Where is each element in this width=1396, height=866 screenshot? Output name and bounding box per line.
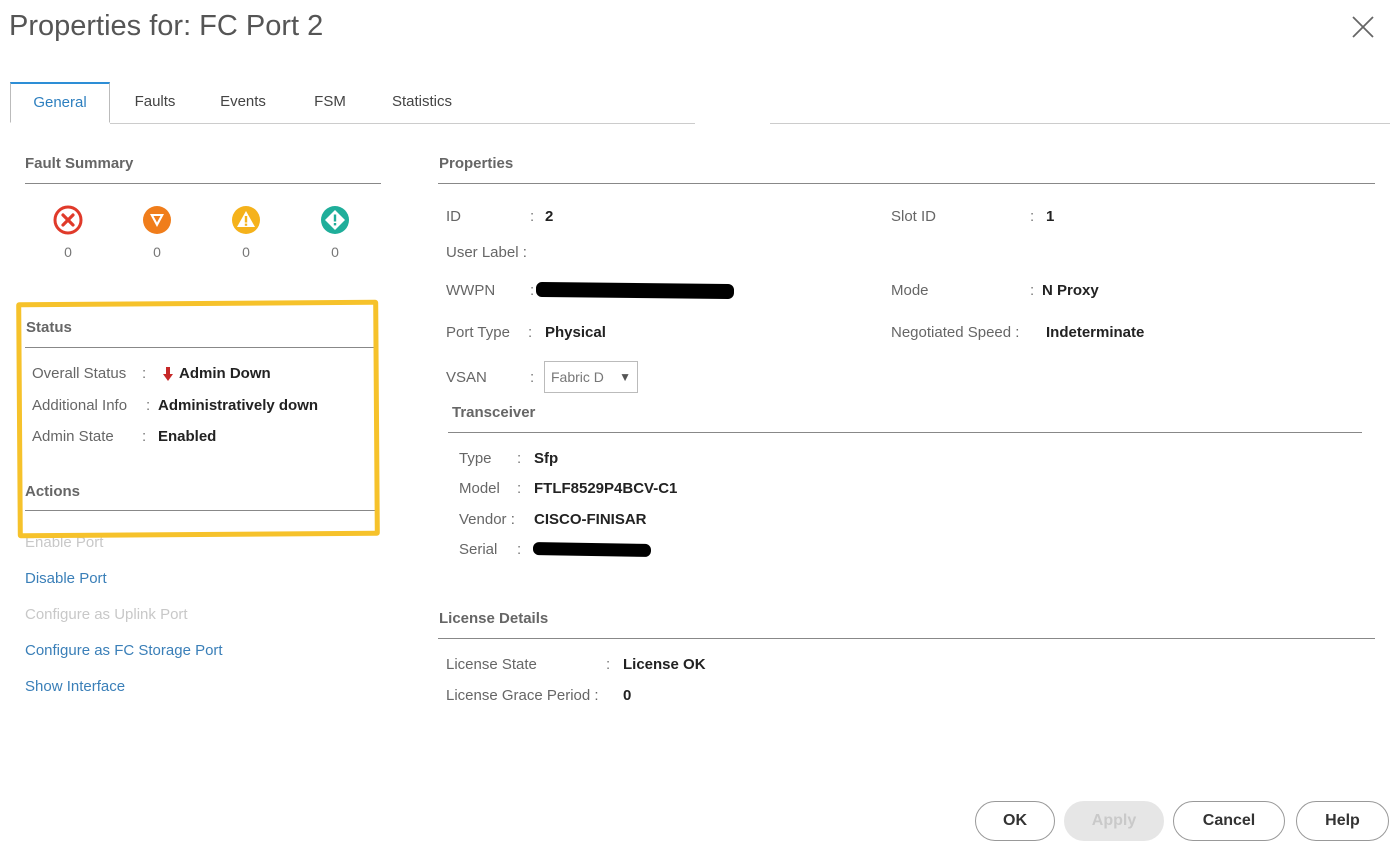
slot-id-value: 1 (1046, 208, 1055, 225)
mode-label: Mode (891, 282, 929, 299)
license-title: License Details (439, 610, 549, 627)
warning-count: 0 (331, 244, 339, 260)
port-type-value: Physical (545, 324, 606, 341)
warning-icon[interactable] (320, 205, 350, 235)
apply-button: Apply (1064, 801, 1164, 841)
negotiated-speed-label: Negotiated Speed : (891, 324, 1020, 341)
properties-dialog: Properties for: FC Port 2 General Faults… (0, 0, 1396, 866)
tab-statistics[interactable]: Statistics (382, 82, 462, 124)
tab-faults[interactable]: Faults (120, 82, 190, 124)
dialog-title: Properties for: FC Port 2 (9, 10, 324, 42)
tab-general[interactable]: General (10, 82, 110, 123)
wwpn-label: WWPN (446, 282, 496, 299)
mode-value: N Proxy (1042, 282, 1099, 299)
license-state-value: License OK (623, 656, 706, 673)
disable-port-link[interactable]: Disable Port (25, 570, 107, 587)
tab-events[interactable]: Events (208, 82, 278, 124)
separator: : (1030, 208, 1035, 225)
transceiver-type-label: Type (459, 450, 492, 467)
tab-underline (770, 123, 1390, 124)
separator: : (606, 656, 611, 673)
license-grace-label: License Grace Period : (446, 687, 599, 704)
separator: : (517, 541, 522, 558)
cancel-button[interactable]: Cancel (1173, 801, 1285, 841)
close-icon[interactable] (1350, 14, 1376, 40)
ok-button[interactable]: OK (975, 801, 1055, 841)
tab-bar: General Faults Events FSM Statistics (10, 82, 1390, 124)
id-label: ID (446, 208, 461, 225)
configure-uplink-port-link: Configure as Uplink Port (25, 606, 188, 623)
separator: : (530, 369, 535, 386)
separator: : (517, 450, 522, 467)
license-grace-value: 0 (623, 687, 632, 704)
transceiver-serial-label: Serial (459, 541, 498, 558)
critical-count: 0 (64, 244, 72, 260)
vsan-label: VSAN (446, 369, 487, 386)
configure-fc-storage-port-link[interactable]: Configure as FC Storage Port (25, 642, 223, 659)
negotiated-speed-value: Indeterminate (1046, 324, 1145, 341)
transceiver-type-value: Sfp (534, 450, 559, 467)
divider (448, 432, 1362, 433)
license-state-label: License State (446, 656, 537, 673)
separator: : (517, 480, 522, 497)
major-count: 0 (153, 244, 161, 260)
critical-icon[interactable] (53, 205, 83, 235)
user-label-label: User Label : (446, 244, 527, 261)
show-interface-link[interactable]: Show Interface (25, 678, 125, 695)
transceiver-model-value: FTLF8529P4BCV-C1 (534, 480, 678, 497)
transceiver-model-label: Model (459, 480, 500, 497)
separator: : (1030, 282, 1035, 299)
vsan-selected-value: Fabric D (551, 369, 604, 385)
major-icon[interactable] (142, 205, 172, 235)
redacted-wwpn (535, 281, 735, 300)
chevron-down-icon: ▼ (619, 370, 631, 384)
id-value: 2 (545, 208, 554, 225)
help-button[interactable]: Help (1296, 801, 1389, 841)
minor-icon[interactable] (231, 205, 261, 235)
slot-id-label: Slot ID (891, 208, 937, 225)
vsan-select[interactable]: Fabric D ▼ (544, 361, 638, 393)
properties-title: Properties (439, 155, 514, 172)
minor-count: 0 (242, 244, 250, 260)
redacted-serial (532, 541, 652, 558)
highlight-box (16, 299, 380, 539)
tab-fsm[interactable]: FSM (300, 82, 360, 124)
divider (438, 183, 1375, 184)
divider (25, 183, 381, 184)
fault-summary-title: Fault Summary (25, 155, 134, 172)
separator: : (528, 324, 533, 341)
divider (438, 638, 1375, 639)
separator: : (530, 282, 535, 299)
separator: : (530, 208, 535, 225)
port-type-label: Port Type (446, 324, 510, 341)
transceiver-title: Transceiver (452, 404, 536, 421)
transceiver-vendor-label: Vendor : (459, 511, 515, 528)
transceiver-vendor-value: CISCO-FINISAR (534, 511, 647, 528)
